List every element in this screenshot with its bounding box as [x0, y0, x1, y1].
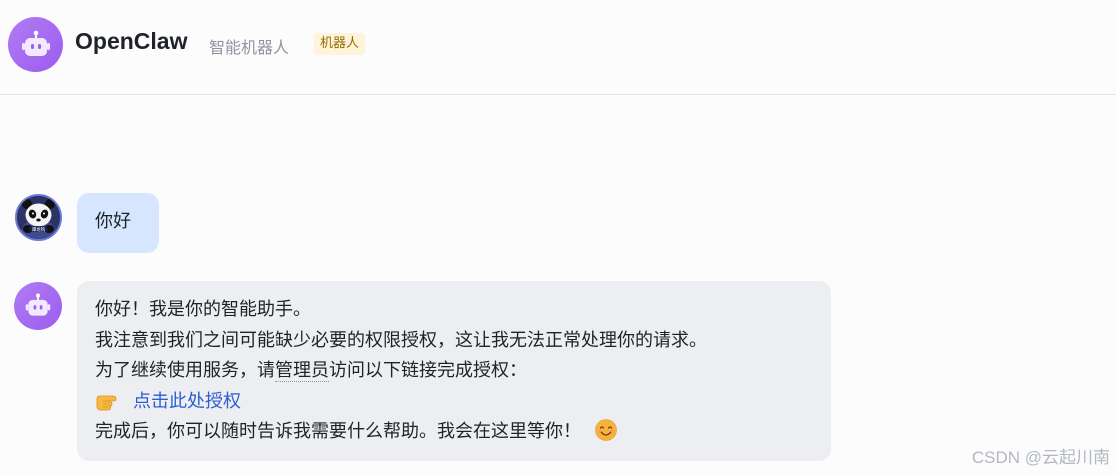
- avatar-label: 谭龙钩: [32, 226, 46, 233]
- bot-message-line: 为了继续使用服务，请管理员访问以下链接完成授权：: [95, 356, 813, 387]
- watermark: CSDN @云起川南: [971, 448, 1110, 467]
- smiling-face-icon: [595, 419, 617, 441]
- bot-message-bubble: 你好！我是你的智能助手。 我注意到我们之间可能缺少必要的权限授权，这让我无法正常…: [77, 281, 831, 461]
- admin-term: 管理员: [275, 360, 329, 382]
- user-avatar[interactable]: 谭龙钩: [15, 194, 62, 241]
- bot-message-line: 你好！我是你的智能助手。: [95, 299, 311, 320]
- pointing-hand-icon: [96, 395, 117, 411]
- bot-tag-badge: 机器人: [314, 33, 366, 55]
- chat-header: OpenClaw 智能机器人 机器人: [0, 0, 1116, 95]
- bot-message-line: 我注意到我们之间可能缺少必要的权限授权，这让我无法正常处理你的请求。: [95, 329, 707, 351]
- bot-message-line: 完成后，你可以随时告诉我需要什么帮助。我会在这里等你！: [95, 417, 813, 448]
- bot-message-text: 为了继续使用服务，请: [95, 360, 275, 381]
- user-message-bubble: 你好: [77, 193, 159, 253]
- bot-name: OpenClaw: [75, 28, 188, 54]
- bot-description: 智能机器人: [209, 38, 290, 57]
- bot-message-avatar[interactable]: [14, 282, 62, 330]
- authorize-link[interactable]: 点击此处授权: [133, 387, 241, 418]
- panda-avatar: 谭龙钩: [17, 196, 60, 239]
- bot-avatar[interactable]: [8, 17, 63, 72]
- robot-icon: [21, 30, 50, 56]
- auth-link-row: 点击此处授权: [95, 387, 813, 418]
- bot-message-text: 完成后，你可以随时告诉我需要什么帮助。我会在这里等你！: [95, 421, 581, 442]
- bot-message-text: 访问以下链接完成授权：: [329, 360, 527, 381]
- user-message-text: 你好: [95, 211, 131, 232]
- robot-icon: [25, 293, 51, 316]
